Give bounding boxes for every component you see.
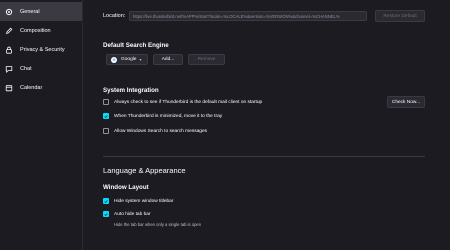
- sidebar-item-calendar[interactable]: Calendar: [0, 78, 82, 97]
- windows-search-label: Allow Windows Search to search messages: [114, 128, 208, 134]
- main-content: Location: https://live.thunderbird.net/%…: [103, 0, 425, 250]
- search-engine-select[interactable]: G Google ▾: [106, 54, 148, 65]
- windows-search-checkbox[interactable]: [103, 128, 109, 134]
- hide-titlebar-check-row[interactable]: Hide system window titlebar: [103, 198, 173, 204]
- add-search-engine-button[interactable]: Add...: [153, 54, 183, 65]
- location-label: Location:: [103, 13, 126, 19]
- sidebar-item-label: Composition: [20, 27, 51, 34]
- sidebar-item-chat[interactable]: Chat: [0, 59, 82, 78]
- google-icon: G: [111, 56, 117, 63]
- sidebar-item-label: Chat: [20, 65, 32, 72]
- sidebar-item-general[interactable]: General: [0, 2, 82, 21]
- windows-search-check-row[interactable]: Allow Windows Search to search messages: [103, 128, 207, 134]
- lock-icon: [4, 45, 14, 55]
- default-client-check-row[interactable]: Always check to see if Thunderbird is th…: [103, 99, 262, 105]
- calendar-icon: [4, 83, 14, 93]
- gear-icon: [4, 7, 14, 17]
- check-now-button[interactable]: Check Now...: [387, 96, 425, 108]
- minimize-tray-check-row[interactable]: When Thunderbird is minimized, move it t…: [103, 113, 222, 119]
- chevron-down-icon: ▾: [139, 57, 142, 62]
- section-divider: [103, 156, 425, 157]
- hide-titlebar-label: Hide system window titlebar: [114, 198, 174, 204]
- auto-hide-tabbar-note: Hide the tab bar when only a single tab …: [114, 222, 202, 227]
- sidebar-item-label: General: [20, 8, 40, 15]
- sidebar-item-label: Calendar: [20, 84, 43, 91]
- remove-search-engine-button[interactable]: Remove: [188, 54, 225, 65]
- chat-icon: [4, 64, 14, 74]
- hide-titlebar-checkbox[interactable]: [103, 198, 109, 204]
- sidebar: General Composition Privacy & Security C…: [0, 0, 83, 250]
- search-engine-value: Google: [121, 57, 137, 62]
- minimize-tray-checkbox[interactable]: [103, 113, 109, 119]
- language-appearance-heading: Language & Appearance: [103, 166, 186, 175]
- default-client-label: Always check to see if Thunderbird is th…: [114, 99, 263, 105]
- sidebar-item-privacy[interactable]: Privacy & Security: [0, 40, 82, 59]
- default-client-checkbox[interactable]: [103, 99, 109, 105]
- window-layout-heading: Window Layout: [103, 184, 149, 191]
- restore-default-button[interactable]: Restore Default: [375, 10, 425, 22]
- auto-hide-tabbar-checkbox[interactable]: [103, 211, 109, 217]
- sidebar-item-composition[interactable]: Composition: [0, 21, 82, 40]
- pencil-icon: [4, 26, 14, 36]
- auto-hide-tabbar-check-row[interactable]: Auto hide tab bar: [103, 211, 151, 217]
- sidebar-item-label: Privacy & Security: [20, 46, 65, 53]
- location-input[interactable]: https://live.thunderbird.net/%APP%/start…: [129, 11, 367, 21]
- auto-hide-tabbar-label: Auto hide tab bar: [114, 211, 151, 217]
- system-integration-heading: System Integration: [103, 87, 159, 94]
- search-engine-heading: Default Search Engine: [103, 42, 169, 49]
- minimize-tray-label: When Thunderbird is minimized, move it t…: [114, 113, 223, 119]
